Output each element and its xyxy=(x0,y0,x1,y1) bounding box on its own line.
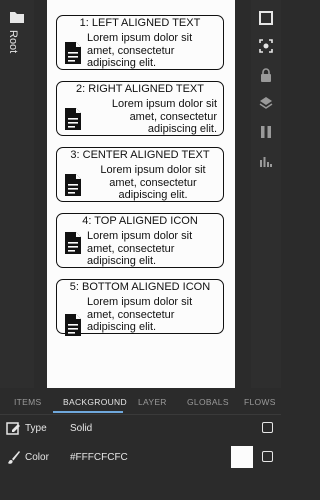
property-value[interactable]: Solid xyxy=(70,423,92,434)
card-line: amet, consectetur xyxy=(109,176,197,189)
tab-items[interactable]: ITEMS xyxy=(14,397,41,407)
card-title: 3: CENTER ALIGNED TEXT xyxy=(70,149,210,161)
document-icon xyxy=(64,41,82,65)
card-line: Lorem ipsum dolor sit xyxy=(87,296,193,308)
tab-globals[interactable]: GLOBALS xyxy=(187,397,229,407)
card-top-aligned-icon[interactable]: 4: TOP ALIGNED ICON Lorem ipsum dolor si… xyxy=(56,213,224,268)
card-body: Lorem ipsum dolor sit amet, consectetur … xyxy=(87,230,192,268)
tab-flows[interactable]: FLOWS xyxy=(244,397,276,407)
card-line: Lorem ipsum dolor sit xyxy=(100,164,206,176)
edit-square-icon xyxy=(6,421,21,436)
active-tab-indicator xyxy=(53,411,123,413)
layers-icon[interactable] xyxy=(258,95,274,111)
tab-background[interactable]: BACKGROUND xyxy=(63,397,127,407)
card-right-aligned-text[interactable]: 2: RIGHT ALIGNED TEXT Lorem ipsum dolor … xyxy=(56,81,224,136)
card-body: Lorem ipsum dolor sit amet, consectetur … xyxy=(112,98,217,136)
card-bottom-aligned-icon[interactable]: 5: BOTTOM ALIGNED ICON Lorem ipsum dolor… xyxy=(56,279,224,337)
card-line: adipiscing elit. xyxy=(147,123,217,136)
folder-icon[interactable] xyxy=(9,10,25,24)
bar-chart-icon[interactable] xyxy=(258,153,274,169)
document-icon xyxy=(64,173,82,197)
property-value[interactable]: #FFFCFCFC xyxy=(70,452,128,463)
root-label[interactable]: Root xyxy=(7,30,19,53)
property-color-row[interactable]: Color #FFFCFCFC xyxy=(0,443,281,473)
stop-icon[interactable] xyxy=(258,10,274,26)
card-body: Lorem ipsum dolor sit amet, consectetur … xyxy=(87,296,192,334)
card-line: amet, consectetur xyxy=(87,242,175,255)
card-line: amet, consectetur xyxy=(87,308,175,321)
document-icon xyxy=(64,231,82,255)
card-title: 2: RIGHT ALIGNED TEXT xyxy=(76,83,204,95)
card-body: Lorem ipsum dolor sit amet, consectetur … xyxy=(87,164,219,202)
document-icon xyxy=(64,107,82,131)
canvas-preview[interactable]: 1: LEFT ALIGNED TEXT Lorem ipsum dolor s… xyxy=(47,0,235,388)
focus-icon[interactable] xyxy=(258,38,274,54)
card-line: adipiscing elit. xyxy=(118,189,188,202)
property-type-row[interactable]: Type Solid xyxy=(0,414,281,444)
card-line: adipiscing elit. xyxy=(87,321,157,334)
type-checkbox[interactable] xyxy=(262,422,273,433)
card-line: Lorem ipsum dolor sit xyxy=(87,230,193,242)
property-label: Type xyxy=(25,423,47,434)
property-label: Color xyxy=(25,452,49,463)
brush-icon xyxy=(6,450,21,465)
card-line: amet, consectetur xyxy=(87,44,175,57)
card-line: adipiscing elit. xyxy=(87,57,157,70)
pause-icon[interactable] xyxy=(258,124,274,140)
card-title: 4: TOP ALIGNED ICON xyxy=(82,215,198,227)
color-swatch[interactable] xyxy=(231,446,253,468)
card-left-aligned-text[interactable]: 1: LEFT ALIGNED TEXT Lorem ipsum dolor s… xyxy=(56,15,224,70)
card-body: Lorem ipsum dolor sit amet, consectetur … xyxy=(87,32,192,70)
tab-layer[interactable]: LAYER xyxy=(138,397,167,407)
card-title: 1: LEFT ALIGNED TEXT xyxy=(79,17,201,29)
card-line: adipiscing elit. xyxy=(87,255,157,268)
left-rail: Root xyxy=(0,0,34,388)
color-checkbox[interactable] xyxy=(262,451,273,462)
card-title: 5: BOTTOM ALIGNED ICON xyxy=(69,281,211,293)
card-center-aligned-text[interactable]: 3: CENTER ALIGNED TEXT Lorem ipsum dolor… xyxy=(56,147,224,202)
document-icon xyxy=(64,313,82,337)
card-line: Lorem ipsum dolor sit xyxy=(87,32,193,44)
card-line: Lorem ipsum dolor sit xyxy=(111,98,217,110)
tab-bar: ITEMS BACKGROUND LAYER GLOBALS FLOWS xyxy=(0,388,281,415)
card-line: amet, consectetur xyxy=(129,110,217,123)
lock-icon[interactable] xyxy=(258,67,274,83)
right-rail xyxy=(251,0,281,388)
